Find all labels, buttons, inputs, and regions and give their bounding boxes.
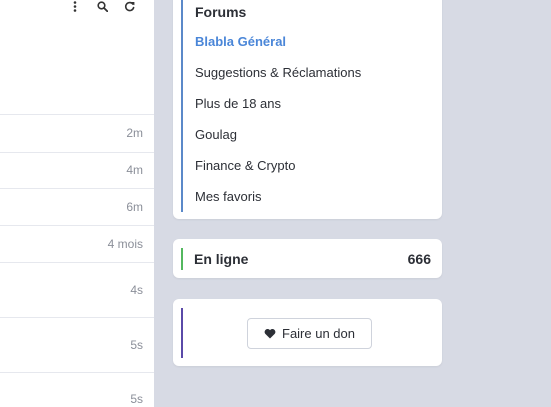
- topic-row[interactable]: 5s: [0, 372, 154, 407]
- topic-time: 6m: [126, 200, 143, 214]
- donate-accent-bar: [181, 308, 183, 358]
- topic-time: 4m: [126, 163, 143, 177]
- topic-row[interactable]: 4m: [0, 152, 154, 188]
- donate-button[interactable]: Faire un don: [247, 318, 372, 349]
- search-icon[interactable]: [95, 0, 109, 12]
- online-card: En ligne 666: [173, 239, 442, 278]
- refresh-icon[interactable]: [122, 0, 136, 12]
- topic-row[interactable]: 6m: [0, 188, 154, 225]
- forum-link-goulag[interactable]: Goulag: [195, 127, 237, 142]
- forums-accent-bar: [181, 0, 183, 212]
- topic-row[interactable]: 4 mois: [0, 225, 154, 262]
- forum-link-mes-favoris[interactable]: Mes favoris: [195, 189, 261, 204]
- forums-title: Forums: [195, 4, 247, 20]
- forum-link-blabla-general[interactable]: Blabla Général: [195, 34, 286, 49]
- online-accent-bar: [181, 248, 183, 270]
- page: 2m 4m 6m 4 mois 4s 5s 5s Forums Blabla G…: [0, 0, 551, 407]
- topic-row[interactable]: 4s: [0, 262, 154, 317]
- forum-link-plus-de-18-ans[interactable]: Plus de 18 ans: [195, 96, 281, 111]
- topic-time: 5s: [130, 338, 143, 352]
- heart-icon: [264, 328, 276, 339]
- forum-link-finance-crypto[interactable]: Finance & Crypto: [195, 158, 295, 173]
- online-count: 666: [407, 251, 431, 267]
- forums-card: Forums Blabla Général Suggestions & Récl…: [173, 0, 442, 219]
- list-toolbar: [0, 0, 154, 14]
- forum-link-suggestions[interactable]: Suggestions & Réclamations: [195, 65, 361, 80]
- topic-list-panel: 2m 4m 6m 4 mois 4s 5s 5s: [0, 0, 154, 407]
- topic-time: 2m: [126, 126, 143, 140]
- donate-button-label: Faire un don: [282, 326, 355, 341]
- topic-row[interactable]: 5s: [0, 317, 154, 372]
- online-label: En ligne: [194, 251, 249, 267]
- more-vertical-icon[interactable]: [68, 0, 82, 12]
- topic-row[interactable]: 2m: [0, 114, 154, 152]
- topic-time: 4 mois: [107, 237, 143, 251]
- donate-card: Faire un don: [173, 299, 442, 366]
- topic-time: 4s: [130, 283, 143, 297]
- topic-time: 5s: [130, 392, 143, 406]
